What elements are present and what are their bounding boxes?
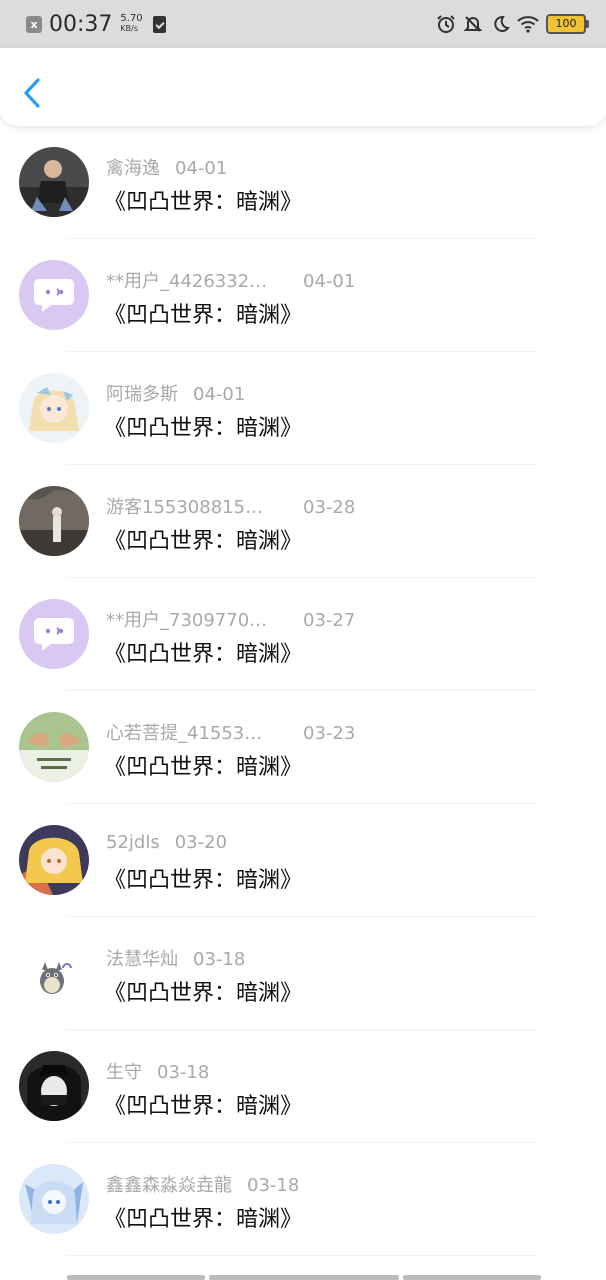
list-item[interactable]: 游客155308815… 03-28 《凹凸世界：暗渊》 [0, 465, 606, 578]
work-title[interactable]: 《凹凸世界：暗渊》 [104, 975, 302, 1007]
user-name[interactable]: 心若菩提_41553… [106, 719, 282, 745]
list-item[interactable]: **用户_4426332… 04-01 《凹凸世界：暗渊》 [0, 239, 606, 352]
item-meta: 禽海逸 04-01 [106, 154, 227, 180]
work-title[interactable]: 《凹凸世界：暗渊》 [104, 636, 302, 668]
item-meta: 鑫鑫森淼焱垚龍 03-18 [106, 1171, 299, 1197]
post-date: 03-27 [303, 610, 356, 631]
comment-list: 禽海逸 04-01 《凹凸世界：暗渊》 **用户_4426332… 04-01 … [0, 126, 606, 1256]
work-title[interactable]: 《凹凸世界：暗渊》 [104, 297, 302, 329]
list-item[interactable]: 禽海逸 04-01 《凹凸世界：暗渊》 [0, 126, 606, 239]
status-bar: x 00:37 5.70 KB/s 100 [0, 0, 606, 48]
divider [66, 1255, 536, 1256]
user-name[interactable]: **用户_4426332… [106, 267, 282, 293]
notification-icon: x [26, 15, 42, 33]
post-date: 04-01 [175, 158, 228, 179]
item-meta: 游客155308815… 03-28 [106, 493, 355, 519]
work-title[interactable]: 《凹凸世界：暗渊》 [104, 749, 302, 781]
bottom-bar-segment [67, 1275, 205, 1280]
list-item[interactable]: 鑫鑫森淼焱垚龍 03-18 《凹凸世界：暗渊》 [0, 1143, 606, 1256]
user-name[interactable]: **用户_7309770… [106, 606, 282, 632]
bottom-bar-segment [403, 1275, 541, 1280]
post-date: 03-18 [157, 1062, 210, 1083]
avatar[interactable] [19, 712, 89, 782]
moon-icon [490, 14, 510, 34]
post-date: 03-20 [174, 832, 228, 853]
work-title[interactable]: 《凹凸世界：暗渊》 [104, 862, 302, 894]
user-name[interactable]: 法慧华灿 [106, 945, 178, 971]
list-item[interactable]: **用户_7309770… 03-27 《凹凸世界：暗渊》 [0, 578, 606, 691]
list-item[interactable]: 生守 03-18 《凹凸世界：暗渊》 [0, 1030, 606, 1143]
work-title[interactable]: 《凹凸世界：暗渊》 [104, 1088, 302, 1120]
chevron-left-icon [24, 78, 40, 108]
item-meta: **用户_7309770… 03-27 [106, 606, 355, 632]
item-meta: 阿瑞多斯 04-01 [106, 380, 245, 406]
item-meta: 52jdls 03-20 [106, 832, 227, 853]
user-name[interactable]: 游客155308815… [106, 493, 282, 519]
status-time: 00:37 [49, 11, 113, 37]
item-meta: **用户_4426332… 04-01 [106, 267, 355, 293]
user-name[interactable]: 禽海逸 [106, 154, 160, 180]
mute-bell-icon [463, 14, 483, 34]
avatar[interactable] [19, 1164, 89, 1234]
avatar[interactable] [19, 1051, 89, 1121]
network-speed-value: 5.70 [120, 13, 143, 24]
work-title[interactable]: 《凹凸世界：暗渊》 [104, 523, 302, 555]
post-date: 03-18 [193, 949, 246, 970]
work-title[interactable]: 《凹凸世界：暗渊》 [104, 1201, 302, 1233]
network-speed-unit: KB/s [120, 24, 139, 33]
list-item[interactable]: 52jdls 03-20 《凹凸世界：暗渊》 [0, 804, 606, 917]
post-date: 03-18 [247, 1175, 300, 1196]
work-title[interactable]: 《凹凸世界：暗渊》 [104, 410, 302, 442]
avatar[interactable] [19, 938, 89, 1008]
avatar[interactable] [19, 599, 89, 669]
item-meta: 生守 03-18 [106, 1058, 209, 1084]
user-name[interactable]: 生守 [106, 1058, 142, 1084]
item-meta: 心若菩提_41553… 03-23 [106, 719, 355, 745]
work-title[interactable]: 《凹凸世界：暗渊》 [104, 184, 302, 216]
chat-bubble-icon [34, 618, 74, 651]
post-date: 03-28 [303, 497, 356, 518]
avatar[interactable] [19, 373, 89, 443]
user-name[interactable]: 52jdls [106, 832, 160, 853]
user-name[interactable]: 鑫鑫森淼焱垚龍 [106, 1171, 232, 1197]
wifi-icon [517, 15, 539, 33]
post-date: 04-01 [193, 384, 246, 405]
bottom-tab-indicator [67, 1275, 541, 1280]
list-item[interactable]: 阿瑞多斯 04-01 《凹凸世界：暗渊》 [0, 352, 606, 465]
bottom-bar-segment [209, 1275, 399, 1280]
top-header [0, 48, 606, 126]
post-date: 04-01 [303, 271, 356, 292]
network-speed: 5.70 KB/s [120, 14, 142, 34]
battery-icon: 100 [546, 14, 589, 34]
list-item[interactable]: 法慧华灿 03-18 《凹凸世界：暗渊》 [0, 917, 606, 1030]
avatar[interactable] [19, 486, 89, 556]
list-item[interactable]: 心若菩提_41553… 03-23 《凹凸世界：暗渊》 [0, 691, 606, 804]
avatar[interactable] [19, 147, 89, 217]
avatar[interactable] [19, 260, 89, 330]
avatar[interactable] [19, 825, 89, 895]
chat-bubble-icon [34, 279, 74, 312]
back-button[interactable] [20, 76, 46, 110]
sim-check-icon [152, 15, 166, 33]
item-meta: 法慧华灿 03-18 [106, 945, 245, 971]
user-name[interactable]: 阿瑞多斯 [106, 380, 178, 406]
alarm-icon [436, 14, 456, 34]
post-date: 03-23 [303, 723, 356, 744]
